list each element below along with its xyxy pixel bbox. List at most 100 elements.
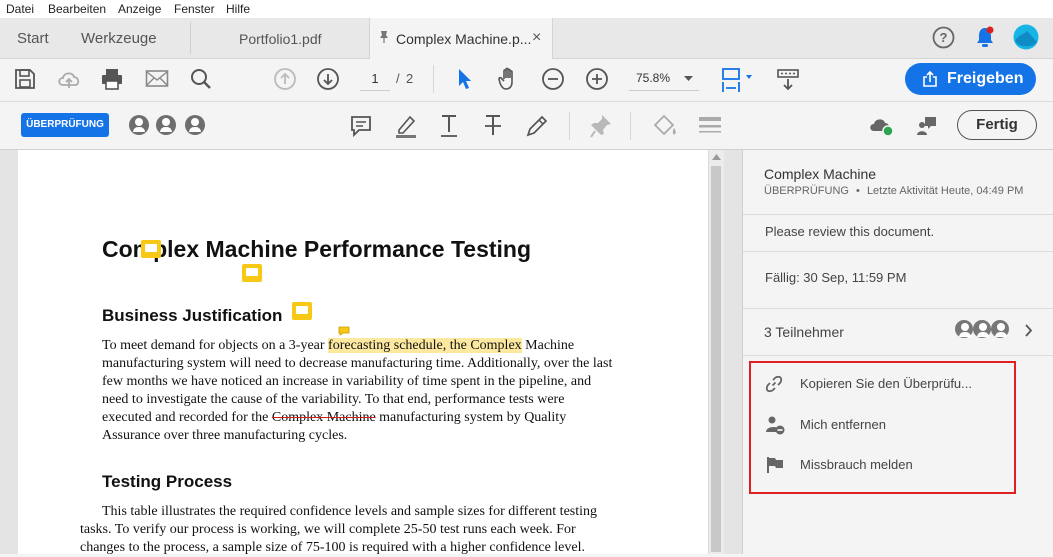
menu-anzeige[interactable]: Anzeige xyxy=(118,2,161,16)
zoom-in-icon[interactable] xyxy=(585,67,609,91)
review-options-menu: Kopieren Sie den Überprüfu... Mich entfe… xyxy=(749,361,1016,494)
panel-divider xyxy=(743,355,1053,356)
report-abuse-item[interactable]: Missbrauch melden xyxy=(751,445,1014,487)
panel-divider xyxy=(743,308,1053,309)
participant-avatar-icon[interactable] xyxy=(156,115,176,135)
tab-bar: Start Werkzeuge Portfolio1.pdf Complex M… xyxy=(0,18,1053,59)
page-number-input[interactable]: 1 xyxy=(360,68,390,91)
close-tab-icon[interactable]: × xyxy=(532,29,541,47)
email-icon[interactable] xyxy=(145,69,169,89)
participant-avatar-icon[interactable] xyxy=(129,115,149,135)
heading-business-justification: Business Justification xyxy=(102,306,283,325)
profile-avatar-icon[interactable] xyxy=(1013,24,1039,50)
notification-bell-icon[interactable] xyxy=(974,25,996,49)
svg-text:?: ? xyxy=(940,30,948,45)
due-date: Fällig: 30 Sep, 11:59 PM xyxy=(765,270,907,285)
participant-avatar-icon xyxy=(991,320,1009,338)
zoom-value: 75.8% xyxy=(636,71,671,85)
main-toolbar: 1 / 2 75.8% Freigeben xyxy=(0,59,1053,102)
remove-me-item[interactable]: Mich entfernen xyxy=(751,405,1014,445)
share-icon xyxy=(923,71,937,87)
pencil-icon[interactable] xyxy=(524,113,550,139)
hand-tool-icon[interactable] xyxy=(497,66,521,92)
paragraph-line: To meet demand for objects on a 3-year f… xyxy=(102,338,575,353)
underline-text-icon[interactable] xyxy=(437,113,461,139)
comment-note-icon[interactable] xyxy=(242,264,262,282)
page-display-icon[interactable] xyxy=(720,66,756,94)
comment-note-icon[interactable] xyxy=(292,302,312,320)
participant-avatar-icon xyxy=(973,320,991,338)
paragraph-line: manufacturing system will need to decrea… xyxy=(102,356,613,371)
strikethrough-text[interactable]: Complex Machine xyxy=(272,410,376,425)
paragraph-line: Assurance over three manufacturing cycle… xyxy=(102,428,348,443)
tab-portfolio[interactable]: Portfolio1.pdf xyxy=(239,31,322,47)
comment-list-icon[interactable] xyxy=(915,114,939,138)
cloud-upload-icon[interactable] xyxy=(56,68,82,90)
paragraph-line: executed and recorded for the Complex Ma… xyxy=(102,410,567,425)
vertical-scrollbar[interactable] xyxy=(708,150,724,554)
chevron-right-icon xyxy=(1025,324,1033,337)
help-icon[interactable]: ? xyxy=(932,26,955,49)
panel-divider xyxy=(743,214,1053,215)
scrollbar-thumb[interactable] xyxy=(711,166,721,552)
toolbar-divider xyxy=(630,112,631,140)
color-fill-icon[interactable] xyxy=(651,113,679,139)
read-mode-icon[interactable] xyxy=(775,67,801,93)
participant-avatar-icon[interactable] xyxy=(185,115,205,135)
highlighter-icon[interactable] xyxy=(393,113,419,139)
copy-review-link-item[interactable]: Kopieren Sie den Überprüfu... xyxy=(751,363,1014,405)
highlight-comment-icon[interactable] xyxy=(338,326,350,336)
next-page-icon[interactable] xyxy=(316,67,340,91)
participants-row[interactable]: 3 Teilnehmer xyxy=(743,310,1053,354)
menu-datei[interactable]: Datei xyxy=(6,2,34,16)
paragraph-line: tasks. To verify our process is working,… xyxy=(80,522,576,537)
pin-icon xyxy=(380,31,388,43)
copy-review-link-label: Kopieren Sie den Überprüfu... xyxy=(800,376,972,391)
save-icon[interactable] xyxy=(14,68,36,90)
chevron-down-icon xyxy=(684,76,693,81)
review-status: ÜBERPRÜFUNG xyxy=(764,185,849,197)
paragraph-line: need to investigate the cause of the var… xyxy=(102,392,565,407)
paragraph-line: few months we have noticed an increase i… xyxy=(102,374,592,389)
previous-page-icon[interactable] xyxy=(273,67,297,91)
menu-bearbeiten[interactable]: Bearbeiten xyxy=(48,2,106,16)
comment-note-icon[interactable] xyxy=(141,240,161,258)
highlighted-text[interactable]: forecasting schedule, the Complex xyxy=(328,338,522,353)
document-title: Complex Machine Performance Testing xyxy=(102,236,532,262)
search-icon[interactable] xyxy=(189,67,213,91)
remove-user-icon xyxy=(766,416,785,435)
page-separator: / xyxy=(396,71,400,86)
tab-divider xyxy=(190,22,191,54)
line-width-icon[interactable] xyxy=(697,114,723,138)
tab-werkzeuge[interactable]: Werkzeuge xyxy=(81,30,157,47)
paragraph-line: This table illustrates the required conf… xyxy=(102,504,598,519)
share-button[interactable]: Freigeben xyxy=(905,63,1036,95)
print-icon[interactable] xyxy=(100,67,124,91)
sticky-note-icon[interactable] xyxy=(349,114,373,138)
link-icon xyxy=(765,375,783,393)
pin-icon[interactable] xyxy=(589,113,613,139)
select-tool-icon[interactable] xyxy=(454,67,474,91)
tab-complex-machine-label: Complex Machine.p... xyxy=(396,31,532,47)
menu-hilfe[interactable]: Hilfe xyxy=(226,2,250,16)
menu-bar: Datei Bearbeiten Anzeige Fenster Hilfe xyxy=(0,0,1053,19)
zoom-out-icon[interactable] xyxy=(541,67,565,91)
tab-complex-machine[interactable]: Complex Machine.p... × xyxy=(369,18,553,59)
tab-start[interactable]: Start xyxy=(17,30,49,47)
paragraph-line: changes to the process, a sample size of… xyxy=(80,540,585,555)
review-badge: ÜBERPRÜFUNG xyxy=(21,113,109,137)
review-doc-title: Complex Machine xyxy=(764,166,877,182)
flag-icon xyxy=(767,457,783,473)
review-message: Please review this document. xyxy=(765,224,935,239)
document-area: Complex Machine Performance Testing Busi… xyxy=(0,150,742,555)
menu-fenster[interactable]: Fenster xyxy=(174,2,215,16)
heading-testing-process: Testing Process xyxy=(102,472,233,491)
share-label: Freigeben xyxy=(947,70,1024,87)
cloud-status-icon[interactable] xyxy=(868,114,896,138)
done-button[interactable]: Fertig xyxy=(957,110,1037,140)
strikethrough-text-icon[interactable] xyxy=(481,113,505,139)
toolbar-divider xyxy=(433,65,434,93)
zoom-select[interactable]: 75.8% xyxy=(629,68,699,91)
scroll-up-icon[interactable] xyxy=(712,154,721,160)
toolbar-divider xyxy=(569,112,570,140)
